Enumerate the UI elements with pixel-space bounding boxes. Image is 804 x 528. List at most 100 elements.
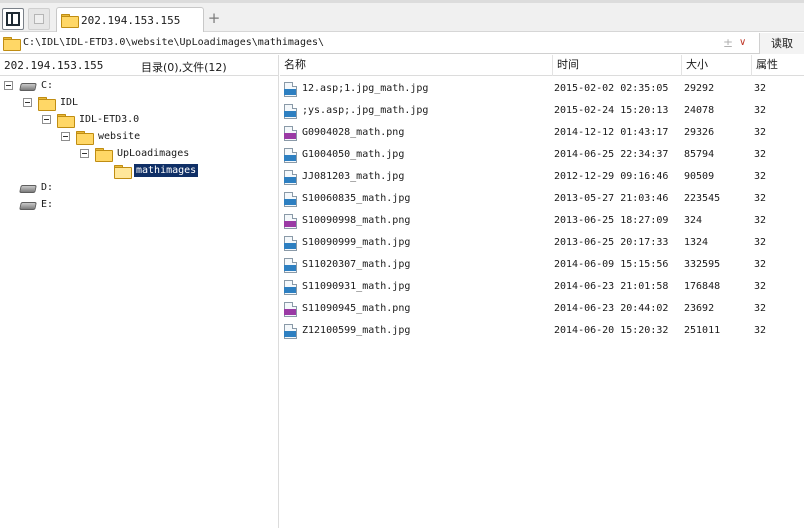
table-row[interactable]: G0904028_math.png 2014-12-12 01:43:17 2932… — [280, 123, 804, 145]
collapse-icon[interactable] — [42, 115, 51, 124]
table-row[interactable]: S11090931_math.jpg 2014-06-23 21:01:58 176… — [280, 277, 804, 299]
jpg-file-icon — [284, 82, 297, 97]
table-row[interactable]: S10060835_math.jpg 2013-05-27 21:03:46 223… — [280, 189, 804, 211]
file-name: S11020307_math.jpg — [302, 259, 411, 270]
drive-icon — [19, 200, 35, 210]
item-count-label: 目录(0),文件(12) — [141, 61, 227, 74]
file-attr: 32 — [754, 105, 767, 116]
file-name: S10060835_math.jpg — [302, 193, 411, 204]
column-header-name[interactable]: 名称 — [280, 55, 553, 76]
tree-item[interactable]: UpLoadimages — [80, 145, 191, 162]
file-attr: 32 — [754, 215, 767, 226]
png-file-icon — [284, 214, 297, 229]
table-row[interactable]: S10090999_math.jpg 2013-06-25 20:17:33 132… — [280, 233, 804, 255]
tree-item[interactable]: IDL-ETD3.0 — [42, 111, 141, 128]
column-header-size[interactable]: 大小 — [682, 55, 752, 76]
file-name: S10090998_math.png — [302, 215, 411, 226]
tab-bar: 202.194.153.155 + — [0, 0, 804, 32]
drive-icon — [19, 81, 35, 91]
drive-icon — [19, 183, 35, 193]
folder-icon — [57, 113, 75, 128]
file-type-badge — [284, 287, 296, 293]
panel-toggle-icon[interactable] — [2, 8, 24, 30]
table-row[interactable]: 12.asp;1.jpg_math.jpg 2015-02-02 02:35:05… — [280, 79, 804, 101]
file-time: 2015-02-02 02:35:05 — [554, 83, 669, 94]
table-row[interactable]: S11090945_math.png 2014-06-23 20:44:02 236… — [280, 299, 804, 321]
file-time: 2013-06-25 18:27:09 — [554, 215, 669, 226]
file-time: 2014-06-25 22:34:37 — [554, 149, 669, 160]
jpg-file-icon — [284, 236, 297, 251]
tree-item-label: website — [98, 131, 141, 142]
table-row[interactable]: JJ081203_math.jpg 2012-12-29 09:16:46 9050… — [280, 167, 804, 189]
folder-icon — [3, 37, 21, 51]
file-attr: 32 — [754, 303, 767, 314]
table-row[interactable]: Z12100599_math.jpg 2014-06-20 15:20:32 251… — [280, 321, 804, 343]
table-row[interactable]: S10090998_math.png 2013-06-25 18:27:09 324… — [280, 211, 804, 233]
jpg-file-icon — [284, 192, 297, 207]
folder-icon — [76, 130, 94, 145]
collapse-icon[interactable] — [80, 149, 89, 158]
file-size: 324 — [684, 215, 703, 226]
file-size: 90509 — [684, 171, 715, 182]
file-time: 2014-12-12 01:43:17 — [554, 127, 669, 138]
column-header-attr[interactable]: 属性 — [752, 55, 804, 76]
jpg-file-icon — [284, 170, 297, 185]
column-header-time[interactable]: 时间 — [553, 55, 682, 76]
tree-item[interactable]: mathimages — [99, 162, 199, 179]
tree-item[interactable]: IDL — [23, 94, 80, 111]
blank-tab-icon[interactable] — [28, 8, 50, 30]
tree-item[interactable]: E: — [4, 196, 55, 213]
directory-panel: 202.194.153.155 目录(0),文件(12) C: IDL IDL-ET… — [0, 55, 279, 528]
folder-icon — [114, 164, 132, 179]
new-tab-button[interactable]: + — [207, 10, 221, 26]
collapse-icon[interactable] — [61, 132, 70, 141]
file-size: 251011 — [684, 325, 721, 336]
file-attr: 32 — [754, 259, 767, 270]
tree-item[interactable]: D: — [4, 179, 55, 196]
file-type-badge — [284, 89, 296, 95]
tree-item-label: C: — [41, 80, 54, 91]
file-size: 29326 — [684, 127, 715, 138]
file-time: 2014-06-09 15:15:56 — [554, 259, 669, 270]
jpg-file-icon — [284, 324, 297, 339]
file-type-badge — [284, 199, 296, 205]
jpg-file-icon — [284, 258, 297, 273]
read-button[interactable]: 读取 — [759, 33, 804, 54]
file-type-badge — [284, 133, 296, 139]
tree-item[interactable]: website — [61, 128, 142, 145]
jpg-file-icon — [284, 280, 297, 295]
collapse-icon[interactable] — [4, 81, 13, 90]
file-type-badge — [284, 309, 296, 315]
path-input[interactable] — [23, 34, 723, 52]
file-name: S11090931_math.jpg — [302, 281, 411, 292]
file-size: 24078 — [684, 105, 715, 116]
file-name: ;ys.asp;.jpg_math.jpg — [302, 105, 429, 116]
file-type-badge — [284, 155, 296, 161]
pin-icon[interactable]: ± — [723, 35, 733, 51]
file-size: 332595 — [684, 259, 721, 270]
file-list: 名称 时间 大小 属性 12.asp;1.jpg_math.jpg 2015-02… — [280, 55, 804, 528]
png-file-icon — [284, 126, 297, 141]
file-name: S11090945_math.png — [302, 303, 411, 314]
file-type-badge — [284, 177, 296, 183]
file-type-badge — [284, 221, 296, 227]
file-type-badge — [284, 331, 296, 337]
table-row[interactable]: S11020307_math.jpg 2014-06-09 15:15:56 332… — [280, 255, 804, 277]
file-time: 2012-12-29 09:16:46 — [554, 171, 669, 182]
tab-remote-host[interactable]: 202.194.153.155 — [56, 7, 204, 32]
file-name: JJ081203_math.jpg — [302, 171, 405, 182]
folder-icon — [38, 96, 56, 111]
file-attr: 32 — [754, 149, 767, 160]
table-row[interactable]: G1004050_math.jpg 2014-06-25 22:34:37 8579… — [280, 145, 804, 167]
tree-item[interactable]: C: — [4, 77, 55, 94]
tree-item-label: mathimages — [134, 164, 199, 177]
panel-header: 202.194.153.155 目录(0),文件(12) — [0, 55, 278, 76]
file-time: 2013-05-27 21:03:46 — [554, 193, 669, 204]
table-row[interactable]: ;ys.asp;.jpg_math.jpg 2015-02-24 15:20:13… — [280, 101, 804, 123]
collapse-icon[interactable] — [23, 98, 32, 107]
chevron-down-icon[interactable]: ∨ — [739, 35, 751, 51]
file-attr: 32 — [754, 281, 767, 292]
